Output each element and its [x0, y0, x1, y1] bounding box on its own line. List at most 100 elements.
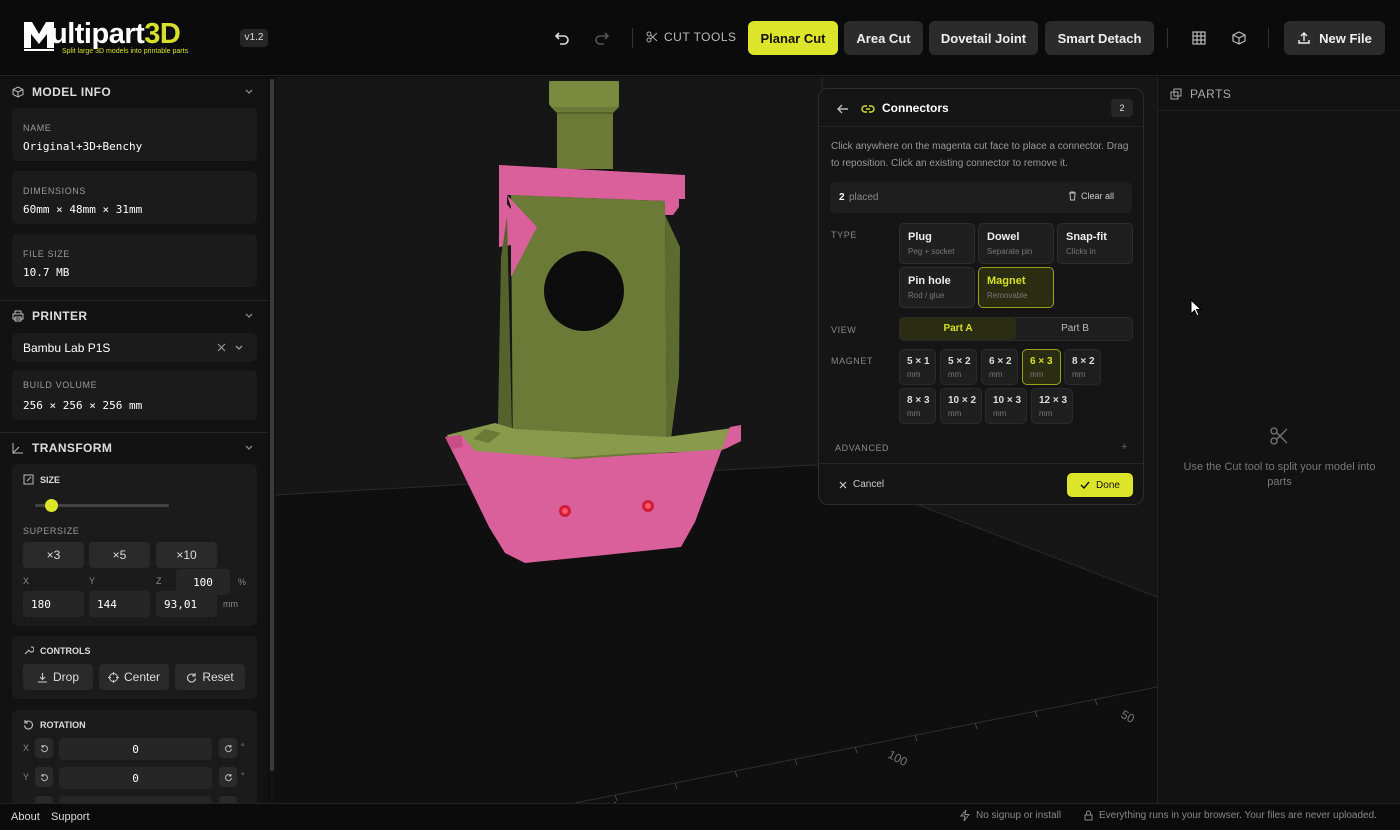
rotation-y-input[interactable]: 0: [59, 767, 212, 789]
view-part-a-button[interactable]: Part A: [900, 318, 1016, 340]
transform-header[interactable]: TRANSFORM: [0, 433, 268, 463]
z-label: Z: [156, 576, 162, 586]
check-icon: [1080, 481, 1090, 489]
transform-icon: [12, 442, 24, 454]
supersize-x5-button[interactable]: ×5: [89, 542, 150, 568]
wrench-icon: [24, 646, 34, 655]
done-button[interactable]: Done: [1067, 473, 1133, 497]
chevron-down-icon: [245, 89, 253, 94]
magnet-5x2-button[interactable]: 5 × 2 mm: [940, 349, 977, 385]
tool-area-cut-button[interactable]: Area Cut: [844, 21, 923, 55]
parts-panel: PARTS Use the Cut tool to split your mod…: [1157, 77, 1400, 803]
divider: [819, 463, 1143, 464]
file-size-label: FILE SIZE: [23, 249, 70, 259]
supersize-x10-button[interactable]: ×10: [156, 542, 217, 568]
magnet-5x1-button[interactable]: 5 × 1 mm: [899, 349, 936, 385]
logo[interactable]: ultipart3D Split large 3D models into pr…: [22, 14, 212, 62]
chevron-down-icon[interactable]: [234, 343, 244, 353]
type-pin-hole-button[interactable]: Pin hole Rod / glue: [899, 267, 975, 308]
magnet-12x3-button[interactable]: 12 × 3 mm: [1031, 388, 1073, 424]
size-slider[interactable]: [35, 499, 169, 512]
model-info-header[interactable]: MODEL INFO: [0, 77, 268, 107]
back-arrow-icon[interactable]: [837, 103, 849, 115]
close-icon: [839, 481, 847, 488]
rotate-z-cw-button[interactable]: [219, 796, 237, 803]
printer-select-value: Bambu Lab P1S: [23, 341, 111, 355]
connector-marker-core: [562, 508, 568, 514]
z-input[interactable]: 93,01: [156, 591, 217, 617]
printer-select[interactable]: Bambu Lab P1S: [12, 333, 257, 362]
printer-header[interactable]: PRINTER: [0, 301, 268, 331]
dimensions-value: 60mm × 48mm × 31mm: [23, 203, 143, 216]
tool-planar-cut-button[interactable]: Planar Cut: [748, 21, 838, 55]
tool-smart-detach-button[interactable]: Smart Detach: [1045, 21, 1154, 55]
rotate-z-ccw-button[interactable]: [35, 796, 53, 803]
magnet-8x3-button[interactable]: 8 × 3 mm: [899, 388, 936, 424]
rotate-y-ccw-button[interactable]: [35, 767, 53, 787]
undo-icon[interactable]: [550, 26, 574, 50]
type-snap-fit-button[interactable]: Snap-fit Clicks in: [1057, 223, 1133, 264]
parts-empty-text: Use the Cut tool to split your model int…: [1183, 461, 1376, 488]
type-dowel-button[interactable]: Dowel Separate pin: [978, 223, 1054, 264]
rotation-heading: ROTATION: [23, 719, 86, 730]
refresh-icon: [187, 672, 197, 682]
view-part-b-button[interactable]: Part B: [1017, 318, 1133, 340]
view-label: VIEW: [831, 325, 857, 335]
about-link[interactable]: About: [11, 811, 40, 823]
rotate-x-cw-button[interactable]: [219, 738, 237, 758]
y-input[interactable]: 144: [89, 591, 150, 617]
privacy-note: Everything runs in your browser. Your fi…: [1084, 810, 1377, 821]
benchy-model[interactable]: [445, 81, 741, 563]
unit-label: mm: [223, 599, 238, 609]
download-icon: [37, 672, 47, 683]
grid-icon[interactable]: [1187, 26, 1211, 50]
scissors-icon: [1270, 427, 1288, 445]
rotation-z-input[interactable]: 0: [59, 796, 212, 803]
x-input[interactable]: 180: [23, 591, 84, 617]
supersize-label: SUPERSIZE: [23, 526, 80, 536]
redo-icon[interactable]: [590, 26, 614, 50]
rotate-x-ccw-button[interactable]: [35, 738, 53, 758]
x-label: X: [23, 576, 30, 586]
rotate-ccw-icon: [40, 773, 48, 781]
rotate-cw-icon: [224, 773, 232, 781]
cancel-button[interactable]: Cancel: [839, 479, 884, 490]
type-magnet-button[interactable]: Magnet Removable: [978, 267, 1054, 308]
reset-button[interactable]: Reset: [175, 664, 245, 690]
tool-dovetail-joint-button[interactable]: Dovetail Joint: [929, 21, 1038, 55]
box-icon: [12, 86, 24, 98]
cube-icon[interactable]: [1227, 26, 1251, 50]
clear-icon[interactable]: [217, 343, 226, 352]
supersize-x3-button[interactable]: ×3: [23, 542, 84, 568]
type-plug-button[interactable]: Plug Peg + socket: [899, 223, 975, 264]
model-name-card: NAME Original+3D+Benchy: [12, 108, 257, 161]
build-volume-value: 256 × 256 × 256 mm: [23, 399, 143, 412]
new-file-button[interactable]: New File: [1284, 21, 1385, 55]
drop-button[interactable]: Drop: [23, 664, 93, 690]
size-slider-thumb[interactable]: [45, 499, 59, 512]
clear-all-button[interactable]: Clear all: [1068, 191, 1114, 201]
advanced-expand-icon[interactable]: +: [1121, 441, 1127, 453]
y-label: Y: [89, 576, 96, 586]
center-button[interactable]: Center: [99, 664, 169, 690]
connectors-title: Connectors: [882, 101, 949, 115]
magnet-6x2-button[interactable]: 6 × 2 mm: [981, 349, 1018, 385]
model-name: Original+3D+Benchy: [23, 140, 143, 153]
view-toggle: Part A Part B: [899, 317, 1133, 341]
rotation-y-label: Y: [23, 772, 30, 782]
magnet-6x3-button[interactable]: 6 × 3 mm: [1022, 349, 1061, 385]
name-label: NAME: [23, 123, 52, 133]
magnet-10x2-button[interactable]: 10 × 2 mm: [940, 388, 982, 424]
size-heading: SIZE: [23, 474, 60, 485]
magnet-10x3-button[interactable]: 10 × 3 mm: [985, 388, 1027, 424]
rotate-y-cw-button[interactable]: [219, 767, 237, 787]
chevron-down-icon: [245, 445, 253, 450]
magnet-8x2-button[interactable]: 8 × 2 mm: [1064, 349, 1101, 385]
scrollbar-thumb[interactable]: [270, 79, 274, 771]
advanced-toggle[interactable]: ADVANCED: [835, 443, 889, 453]
mouse-cursor-icon: [1190, 299, 1202, 317]
printer-title: PRINTER: [32, 309, 88, 323]
support-link[interactable]: Support: [51, 811, 90, 823]
placed-label: placed: [849, 192, 879, 203]
rotation-x-input[interactable]: 0: [59, 738, 212, 760]
